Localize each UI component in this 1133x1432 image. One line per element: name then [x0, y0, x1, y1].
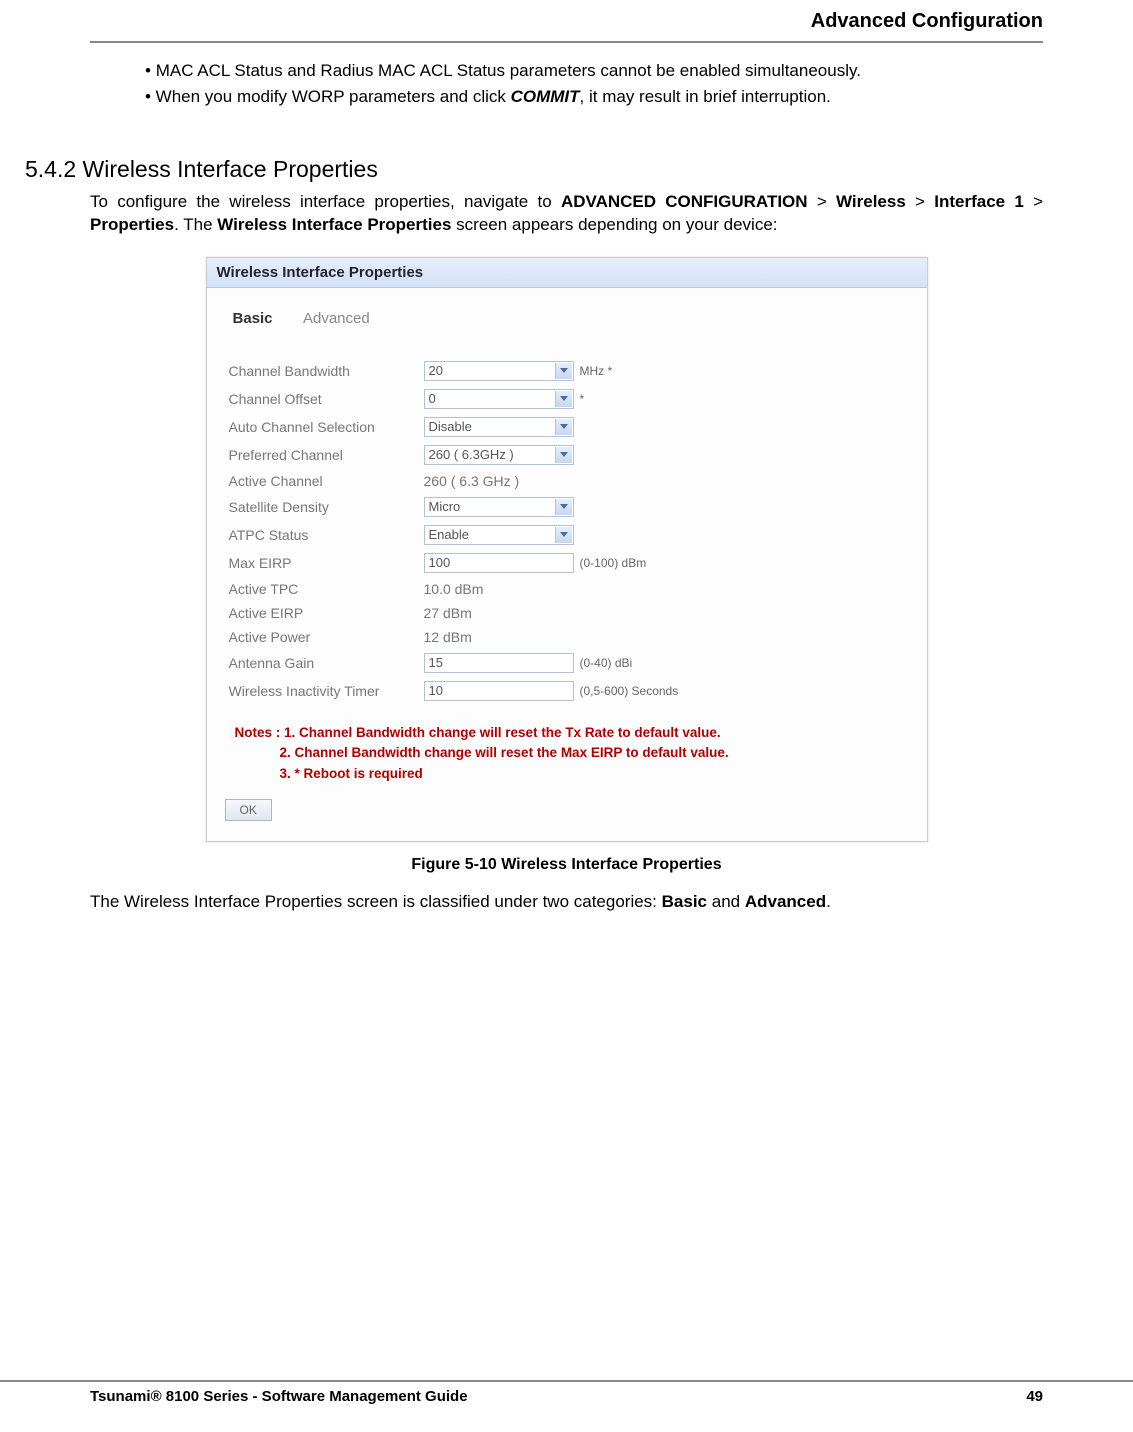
note-1: 1. Channel Bandwidth change will reset t…: [284, 725, 721, 740]
label-active-channel: Active Channel: [229, 473, 424, 489]
input-value: 15: [429, 655, 443, 670]
post-paragraph: The Wireless Interface Properties screen…: [90, 892, 1043, 912]
input-antenna-gain[interactable]: 15: [424, 653, 574, 673]
page-header: Advanced Configuration: [90, 10, 1043, 33]
select-value: 20: [429, 363, 443, 378]
tab-advanced[interactable]: Advanced: [299, 306, 392, 331]
footer-page-number: 49: [1026, 1388, 1043, 1405]
select-value: Enable: [429, 527, 469, 542]
tab-basic[interactable]: Basic: [229, 306, 295, 331]
select-value: Micro: [429, 499, 461, 514]
value-active-tpc: 10.0 dBm: [424, 581, 484, 597]
chevron-down-icon: [555, 447, 572, 463]
nav-sep: >: [906, 192, 934, 211]
intro-text: . The: [174, 215, 217, 234]
section-heading: 5.4.2 Wireless Interface Properties: [25, 156, 1043, 183]
value-active-power: 12 dBm: [424, 629, 472, 645]
post-text: and: [707, 892, 745, 911]
section-number: 5.4.2: [25, 156, 76, 182]
label-atpc-status: ATPC Status: [229, 527, 424, 543]
post-text: .: [826, 892, 831, 911]
value-active-channel: 260 ( 6.3 GHz ): [424, 473, 520, 489]
page-footer: Tsunami® 8100 Series - Software Manageme…: [0, 1380, 1133, 1415]
intro-paragraph: To configure the wireless interface prop…: [90, 191, 1043, 237]
label-channel-offset: Channel Offset: [229, 391, 424, 407]
select-channel-bandwidth[interactable]: 20: [424, 361, 574, 381]
tab-bar: Basic Advanced: [229, 306, 905, 331]
label-active-tpc: Active TPC: [229, 581, 424, 597]
value-active-eirp: 27 dBm: [424, 605, 472, 621]
bullet-text: , it may result in brief interruption.: [580, 87, 831, 106]
notes-block: Notes : 1. Channel Bandwidth change will…: [235, 723, 905, 786]
screen-name: Wireless Interface Properties: [217, 215, 451, 234]
figure-caption: Figure 5-10 Wireless Interface Propertie…: [90, 856, 1043, 874]
nav-path: Wireless: [836, 192, 906, 211]
suffix-inactivity-timer: (0,5-600) Seconds: [580, 684, 679, 698]
nav-sep: >: [1024, 192, 1043, 211]
nav-path: ADVANCED CONFIGURATION: [561, 192, 808, 211]
suffix-asterisk: *: [580, 392, 585, 406]
nav-sep: >: [808, 192, 836, 211]
select-value: Disable: [429, 419, 472, 434]
suffix-max-eirp: (0-100) dBm: [580, 556, 647, 570]
ok-button[interactable]: OK: [225, 799, 272, 821]
input-inactivity-timer[interactable]: 10: [424, 681, 574, 701]
section-title: Wireless Interface Properties: [83, 156, 378, 182]
commit-keyword: COMMIT: [511, 87, 580, 106]
post-text: The Wireless Interface Properties screen…: [90, 892, 662, 911]
select-value: 260 ( 6.3GHz ): [429, 447, 514, 462]
suffix-antenna-gain: (0-40) dBi: [580, 656, 633, 670]
note-2: 2. Channel Bandwidth change will reset t…: [280, 745, 729, 760]
select-atpc-status[interactable]: Enable: [424, 525, 574, 545]
bullet-mark: •: [145, 61, 156, 80]
select-preferred-channel[interactable]: 260 ( 6.3GHz ): [424, 445, 574, 465]
bullet-text: MAC ACL Status and Radius MAC ACL Status…: [156, 61, 861, 80]
input-max-eirp[interactable]: 100: [424, 553, 574, 573]
note-3: 3. * Reboot is required: [280, 766, 423, 781]
label-acs: Auto Channel Selection: [229, 419, 424, 435]
bullet-item: • MAC ACL Status and Radius MAC ACL Stat…: [145, 58, 1043, 84]
intro-text: To configure the wireless interface prop…: [90, 192, 561, 211]
label-max-eirp: Max EIRP: [229, 555, 424, 571]
nav-path: Properties: [90, 215, 174, 234]
label-antenna-gain: Antenna Gain: [229, 655, 424, 671]
select-acs[interactable]: Disable: [424, 417, 574, 437]
label-active-eirp: Active EIRP: [229, 605, 424, 621]
chevron-down-icon: [555, 391, 572, 407]
label-inactivity-timer: Wireless Inactivity Timer: [229, 683, 424, 699]
nav-path: Interface 1: [934, 192, 1024, 211]
input-value: 10: [429, 683, 443, 698]
select-satellite-density[interactable]: Micro: [424, 497, 574, 517]
select-channel-offset[interactable]: 0: [424, 389, 574, 409]
intro-text: screen appears depending on your device:: [451, 215, 777, 234]
notes-prefix: Notes :: [235, 725, 285, 740]
footer-left: Tsunami® 8100 Series - Software Manageme…: [90, 1388, 468, 1405]
chevron-down-icon: [555, 363, 572, 379]
category-advanced: Advanced: [745, 892, 826, 911]
suffix-mhz: MHz *: [580, 364, 613, 378]
wip-panel: Wireless Interface Properties Basic Adva…: [206, 257, 928, 843]
chevron-down-icon: [555, 419, 572, 435]
category-basic: Basic: [662, 892, 707, 911]
label-satellite-density: Satellite Density: [229, 499, 424, 515]
label-active-power: Active Power: [229, 629, 424, 645]
divider: [90, 41, 1043, 43]
panel-title: Wireless Interface Properties: [207, 258, 927, 288]
label-preferred-channel: Preferred Channel: [229, 447, 424, 463]
chevron-down-icon: [555, 527, 572, 543]
input-value: 100: [429, 555, 451, 570]
chevron-down-icon: [555, 499, 572, 515]
label-channel-bandwidth: Channel Bandwidth: [229, 363, 424, 379]
bullet-item: • When you modify WORP parameters and cl…: [145, 84, 1043, 110]
bullet-text: • When you modify WORP parameters and cl…: [145, 87, 511, 106]
select-value: 0: [429, 391, 436, 406]
